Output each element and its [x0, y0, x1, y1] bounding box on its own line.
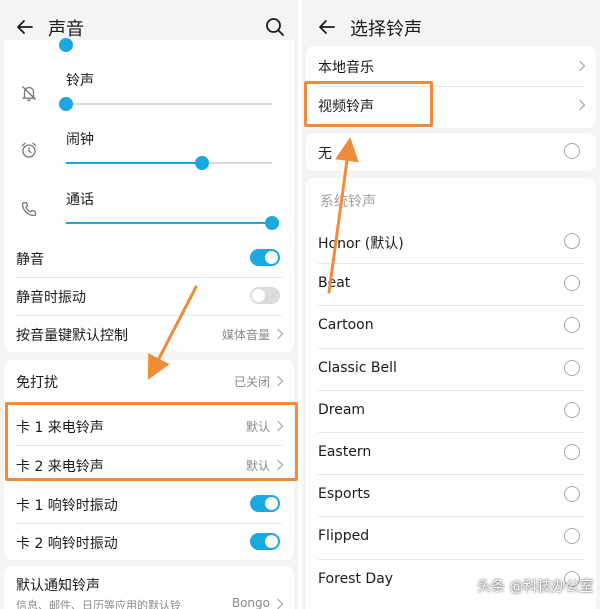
ringtone-option-row[interactable]: Honor (默认) [306, 221, 596, 263]
ringtone-option-row[interactable]: Beat [306, 263, 596, 305]
ringtone-option-radio[interactable] [564, 275, 580, 292]
toggle-knob [265, 535, 278, 548]
toutiao-logo-icon [460, 579, 474, 593]
volume-key-default-value: 媒体音量 [221, 328, 270, 342]
ringtone-option-radio[interactable] [564, 359, 580, 376]
ringtone-option-label: Cartoon [318, 317, 374, 334]
none-option-label: 无 [318, 146, 332, 162]
volume-key-default-label: 按音量键默认控制 [16, 328, 128, 344]
ringtone-option-row[interactable]: Cartoon [306, 305, 596, 347]
local-music-row[interactable]: 本地音乐 [306, 47, 596, 85]
chevron-right-icon [277, 328, 284, 340]
toggle-knob [265, 251, 278, 264]
none-option-radio[interactable] [564, 143, 580, 159]
chevron-right-icon [277, 598, 284, 609]
media-volume-slider-thumb[interactable] [59, 38, 73, 52]
local-music-label: 本地音乐 [318, 60, 374, 76]
highlight-box-sim-ringtones [5, 402, 298, 481]
ringtone-option-label: Honor (默认) [318, 236, 404, 252]
none-option-row[interactable]: 无 [306, 133, 596, 171]
ringtone-option-row[interactable]: Esports [306, 474, 596, 516]
ringtone-volume-slider[interactable] [59, 97, 272, 111]
alarm-volume-label: 闹钟 [66, 132, 94, 148]
alarm-volume-fill [66, 162, 202, 164]
ringtone-volume-thumb[interactable] [59, 97, 73, 111]
dnd-row[interactable]: 免打扰 已关闭 [4, 362, 294, 400]
ringtone-option-label: Flipped [318, 528, 370, 545]
bell-off-icon [22, 86, 36, 102]
toggle-knob [252, 289, 265, 302]
ringtone-option-label: Classic Bell [318, 359, 397, 376]
notification-ringtone-value: Bongo [231, 596, 270, 609]
ringtone-option-label: Dream [318, 401, 366, 418]
chevron-right-icon [579, 60, 586, 72]
notification-card: 默认通知铃声 信息、邮件、日历等应用的默认铃 Bongo [4, 566, 294, 609]
system-ringtones-card: 系统铃声 Honor (默认) Beat Cartoon Classic Bell Dr… [306, 178, 596, 609]
toggle-knob [265, 497, 278, 510]
notification-ringtone-sub: 信息、邮件、日历等应用的默认铃 [16, 599, 181, 609]
ringtone-option-label: Eastern [318, 444, 372, 460]
watermark-text: 头条 @科技办公室 [477, 579, 594, 595]
ringtone-option-label: Forest Day [318, 570, 394, 587]
search-icon[interactable] [264, 16, 286, 38]
notification-ringtone-row[interactable]: 默认通知铃声 信息、邮件、日历等应用的默认铃 Bongo [4, 566, 294, 609]
notification-ringtone-label: 默认通知铃声 [16, 578, 100, 594]
alarm-volume-thumb[interactable] [194, 156, 209, 170]
ringtone-option-radio[interactable] [564, 528, 580, 545]
call-volume-label: 通话 [66, 192, 94, 208]
silent-label: 静音 [16, 252, 44, 268]
sim1-vibrate-row[interactable]: 卡 1 响铃时振动 [4, 485, 294, 523]
ringtone-option-radio[interactable] [564, 444, 580, 460]
vibrate-when-silent-toggle[interactable] [250, 287, 280, 304]
silent-toggle[interactable] [250, 249, 280, 266]
volume-key-default-row[interactable]: 按音量键默认控制 媒体音量 [4, 315, 294, 353]
call-volume-slider[interactable] [66, 216, 279, 230]
ringtone-option-row[interactable]: Flipped [306, 516, 596, 558]
back-arrow-icon[interactable] [14, 16, 36, 38]
ringtone-option-row[interactable]: Eastern [306, 432, 596, 474]
ringtone-option-radio[interactable] [564, 233, 580, 249]
call-volume-fill [66, 222, 272, 224]
vibrate-when-silent-label: 静音时振动 [16, 290, 86, 306]
chevron-right-icon [277, 375, 284, 387]
sound-settings-screen: 声音 铃声 闹钟 通话 静音 静音时振动 按音量键默认控制 媒体音量 免打扰 已… [0, 0, 298, 609]
vibrate-when-silent-row[interactable]: 静音时振动 [4, 277, 294, 315]
dnd-value: 已关闭 [233, 375, 270, 389]
ringtone-option-radio[interactable] [564, 317, 580, 334]
dnd-label: 免打扰 [16, 375, 58, 391]
ringtone-option-row[interactable]: Classic Bell [306, 348, 596, 390]
page-title: 选择铃声 [350, 19, 422, 40]
silent-row[interactable]: 静音 [4, 239, 294, 277]
ringtone-option-row[interactable]: Dream [306, 390, 596, 432]
sim1-vibrate-label: 卡 1 响铃时振动 [16, 498, 118, 514]
system-ringtones-section-title: 系统铃声 [320, 194, 376, 210]
volume-card: 铃声 闹钟 通话 静音 静音时振动 按音量键默认控制 媒体音量 [4, 38, 294, 353]
alarm-clock-icon [21, 142, 37, 158]
ringtone-option-label: Beat [318, 275, 351, 292]
sim1-vibrate-toggle[interactable] [250, 495, 280, 512]
chevron-right-icon [579, 99, 586, 111]
back-arrow-icon[interactable] [316, 16, 338, 38]
watermark: 头条 @科技办公室 [460, 576, 593, 596]
sim2-vibrate-row[interactable]: 卡 2 响铃时振动 [4, 523, 294, 561]
ringtone-option-radio[interactable] [564, 486, 580, 503]
ringtone-volume-label: 铃声 [66, 73, 94, 89]
sim2-vibrate-toggle[interactable] [250, 533, 280, 550]
highlight-box-video-ringtone [304, 81, 433, 127]
phone-icon [21, 201, 37, 217]
alarm-volume-slider[interactable] [66, 156, 272, 170]
none-option-card: 无 [306, 133, 596, 171]
call-volume-thumb[interactable] [265, 216, 279, 230]
sim2-vibrate-label: 卡 2 响铃时振动 [16, 536, 118, 552]
ringtone-option-label: Esports [318, 486, 371, 503]
ringtone-option-radio[interactable] [564, 401, 580, 418]
